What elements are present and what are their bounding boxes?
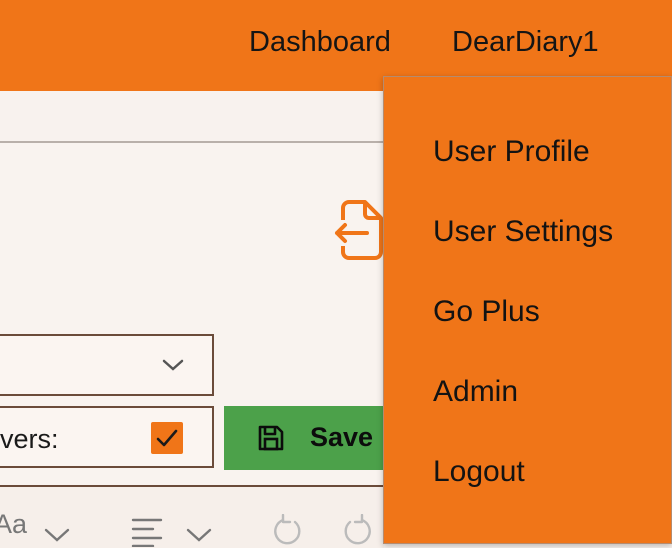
viewers-checkbox[interactable] <box>151 422 183 454</box>
menu-item-admin[interactable]: Admin <box>433 375 518 409</box>
nav-link-user-menu[interactable]: DearDiary1 <box>452 26 599 59</box>
redo-icon[interactable] <box>342 514 372 548</box>
checkbox-label: vers: <box>0 424 59 454</box>
file-export-icon[interactable] <box>333 200 385 260</box>
save-button-label: Save <box>310 422 374 452</box>
save-icon <box>258 425 284 451</box>
chevron-down-icon <box>162 359 184 371</box>
menu-item-logout[interactable]: Logout <box>433 455 525 489</box>
editor-toolbar: Aa <box>0 487 384 548</box>
undo-icon[interactable] <box>273 514 303 548</box>
menu-item-go-plus[interactable]: Go Plus <box>433 295 540 329</box>
check-icon <box>156 429 178 447</box>
user-dropdown-menu: User Profile User Settings Go Plus Admin… <box>383 76 672 544</box>
menu-item-user-settings[interactable]: User Settings <box>433 215 613 249</box>
menu-item-user-profile[interactable]: User Profile <box>433 135 590 169</box>
save-button[interactable]: Save <box>224 406 394 470</box>
font-size-label[interactable]: Aa <box>0 509 27 540</box>
chevron-down-icon[interactable] <box>44 527 70 543</box>
entry-select[interactable] <box>0 334 214 396</box>
align-left-icon[interactable] <box>131 517 163 547</box>
chevron-down-icon[interactable] <box>186 527 212 543</box>
nav-link-dashboard[interactable]: Dashboard <box>249 26 391 59</box>
checkbox-row: vers: <box>0 406 214 468</box>
